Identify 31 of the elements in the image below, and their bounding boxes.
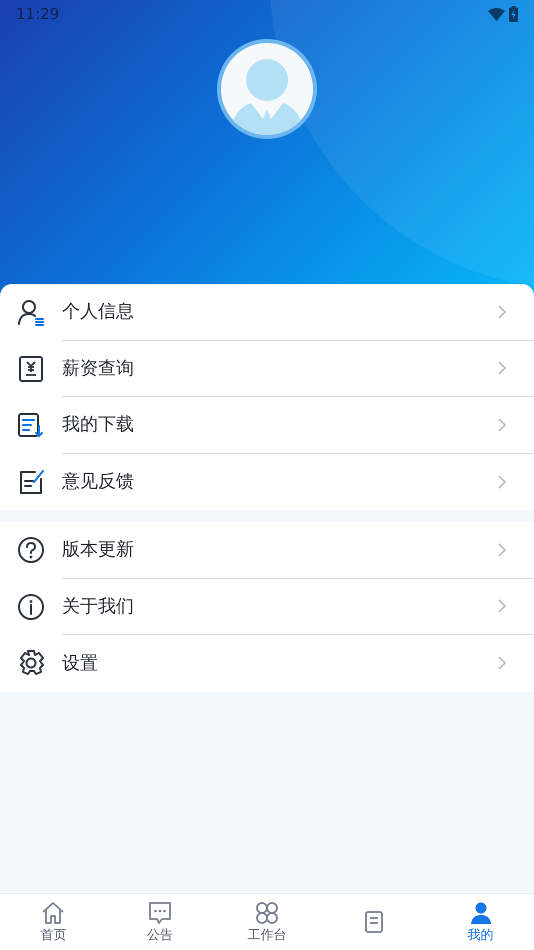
info-icon	[17, 592, 45, 621]
tab[interactable]: 首页	[0, 894, 107, 950]
tab[interactable]: 公告	[106, 894, 214, 950]
chevron-right-icon	[496, 599, 508, 614]
tab[interactable]: 我的	[427, 894, 534, 950]
menu-item[interactable]: 我的下载	[0, 397, 534, 454]
chevron-right-icon	[496, 474, 508, 489]
menu-item[interactable]: 设置	[0, 635, 534, 692]
wifi-icon	[488, 7, 505, 21]
chevron-right-icon	[496, 656, 508, 670]
battery-icon	[509, 6, 518, 22]
tab[interactable]: 工作台	[214, 894, 320, 950]
person-icon	[17, 298, 45, 326]
menu-item[interactable]: 版本更新	[0, 522, 534, 578]
chevron-right-icon	[496, 542, 508, 557]
chat-icon	[147, 900, 174, 926]
receipt-icon	[17, 354, 45, 383]
menu-item[interactable]: 个人信息	[0, 284, 534, 340]
menu-item[interactable]: 关于我们	[0, 578, 534, 635]
home-icon	[40, 900, 66, 926]
settings-icon	[17, 649, 45, 678]
status-time: 11:29	[16, 4, 60, 25]
chevron-right-icon	[496, 304, 508, 319]
chevron-right-icon	[496, 361, 508, 376]
menu-item[interactable]: 薪资查询	[0, 340, 534, 397]
chevron-right-icon	[496, 418, 508, 432]
clover-icon	[254, 900, 280, 926]
question-icon	[17, 536, 45, 564]
menu-item[interactable]: 意见反馈	[0, 454, 534, 510]
document-download-icon	[17, 411, 45, 440]
edit-note-icon	[17, 468, 45, 496]
